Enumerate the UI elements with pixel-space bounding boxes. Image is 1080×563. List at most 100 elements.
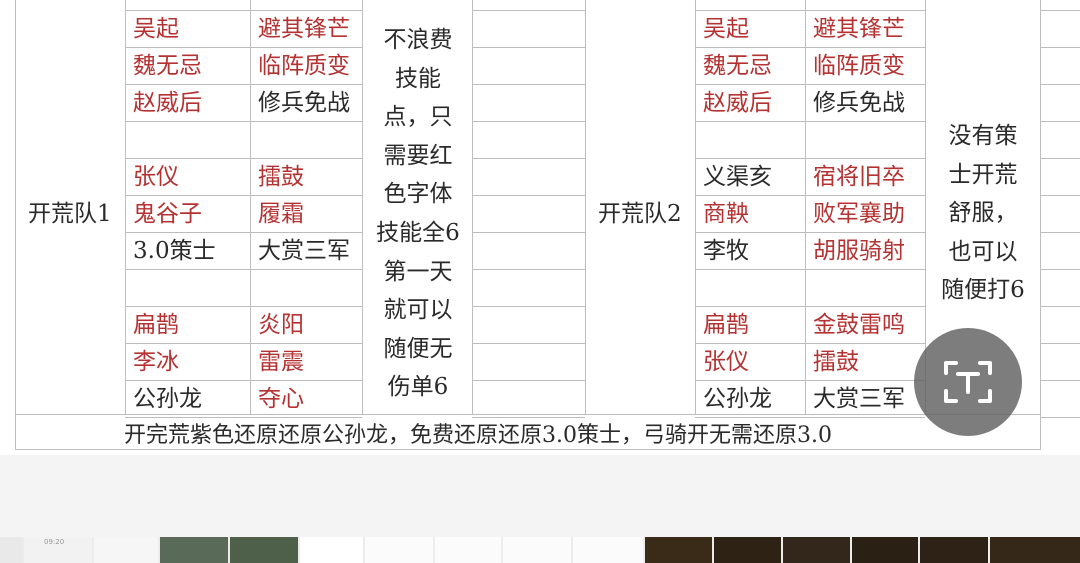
grid-line <box>695 121 925 122</box>
grid-line <box>125 121 362 122</box>
text-scan-icon <box>944 361 992 403</box>
thumbnail[interactable] <box>645 537 712 563</box>
hero-name-cell: 李冰 <box>133 349 179 375</box>
note-line: 也可以 <box>948 238 1018 265</box>
team2-note: 没有策士开荒舒服， 也可以随便打6 <box>925 117 1041 310</box>
grid-line <box>1040 10 1080 11</box>
grid-line <box>585 0 586 414</box>
hero-name-cell: 吴起 <box>133 16 179 42</box>
grid-line <box>1040 121 1080 122</box>
grid-line <box>1040 343 1080 344</box>
hero-name-cell: 吴起 <box>703 16 749 42</box>
skill-name-cell: 擂鼓 <box>813 349 859 375</box>
note-line: 点，只 <box>383 104 453 131</box>
note-line: 随便打6 <box>941 277 1025 304</box>
hero-name-cell: 扁鹊 <box>133 312 179 338</box>
thumbnail[interactable] <box>573 537 643 563</box>
grid-line <box>472 158 585 159</box>
note-line: 不浪费 <box>383 27 453 53</box>
team1-name: 开荒队1 <box>28 201 112 227</box>
grid-line <box>1040 232 1080 233</box>
skill-name-cell: 大赏三军 <box>258 238 350 264</box>
note-line: 色字体 <box>383 181 453 208</box>
grid-line <box>1040 195 1080 196</box>
thumbnail-strip: 09:20 <box>0 537 1080 563</box>
note-line: 第一天 <box>383 258 453 285</box>
note-line: 就可以 <box>383 297 453 324</box>
grid-line <box>125 269 362 270</box>
hero-name-cell: 商鞅 <box>703 201 749 227</box>
thumbnail[interactable] <box>714 537 781 563</box>
team1-note: 不浪费 技能 点，只 需要红 色字体 技能全6 第一天 就可以 随便无 伤单6 <box>366 21 470 407</box>
grid-line <box>250 0 251 414</box>
skill-name-cell: 炎阳 <box>258 312 304 338</box>
grid-line <box>472 343 585 344</box>
grid-line <box>472 121 585 122</box>
note-line: 没有策 <box>948 123 1018 149</box>
note-line: 随便无 <box>383 335 453 362</box>
hero-name-cell: 魏无忌 <box>703 53 772 79</box>
thumbnail[interactable] <box>503 537 571 563</box>
note-line: 士开荒 <box>948 161 1018 188</box>
skill-name-cell: 胡服骑射 <box>813 238 905 264</box>
grid-line <box>805 0 806 414</box>
thumbnail[interactable] <box>94 537 158 563</box>
grid-line <box>1040 269 1080 270</box>
thumbnail-timestamp: 09:20 <box>44 538 65 546</box>
note-line: 技能全6 <box>376 219 460 246</box>
thumbnail[interactable] <box>365 537 433 563</box>
grid-line <box>125 0 126 414</box>
thumbnail[interactable] <box>300 537 363 563</box>
skill-name-cell: 临阵质变 <box>813 53 905 79</box>
hero-name-cell: 3.0策士 <box>133 238 216 264</box>
grid-line <box>472 269 585 270</box>
note-line: 技能 <box>395 65 441 92</box>
grid-line <box>1040 306 1080 307</box>
grid-line <box>472 84 585 85</box>
thumbnail[interactable] <box>783 537 850 563</box>
thumbnail[interactable] <box>230 537 298 563</box>
grid-line <box>1040 417 1080 418</box>
skill-name-cell: 雷震 <box>258 349 304 375</box>
hero-name-cell: 魏无忌 <box>133 53 202 79</box>
skill-name-cell: 修兵免战 <box>258 90 350 116</box>
grid-line <box>15 0 16 450</box>
hero-name-cell: 义渠亥 <box>703 164 772 190</box>
grid-line <box>472 380 585 381</box>
thumbnail[interactable] <box>920 537 988 563</box>
note-line: 舒服， <box>948 200 1018 227</box>
thumbnail[interactable] <box>435 537 501 563</box>
grid-line <box>472 47 585 48</box>
skill-name-cell: 临阵质变 <box>258 53 350 79</box>
thumbnail[interactable] <box>160 537 228 563</box>
skill-name-cell: 金鼓雷鸣 <box>813 312 905 338</box>
grid-line <box>695 269 925 270</box>
grid-line <box>472 0 473 414</box>
hero-name-cell: 张仪 <box>133 164 179 190</box>
hero-name-cell: 赵威后 <box>133 90 202 116</box>
skill-name-cell: 夺心 <box>258 386 304 412</box>
skill-name-cell: 大赏三军 <box>813 386 905 412</box>
skill-name-cell: 修兵免战 <box>813 90 905 116</box>
grid-line <box>1040 158 1080 159</box>
grid-line <box>472 195 585 196</box>
grid-line <box>472 10 585 11</box>
hero-name-cell: 公孙龙 <box>133 386 202 412</box>
grid-line <box>472 306 585 307</box>
text-scan-button[interactable] <box>914 328 1022 436</box>
thumbnail[interactable] <box>990 537 1080 563</box>
hero-name-cell: 鬼谷子 <box>133 201 202 227</box>
note-line: 伤单6 <box>387 374 449 401</box>
skill-name-cell: 履霜 <box>258 201 304 227</box>
hero-name-cell: 扁鹊 <box>703 312 749 338</box>
team2-name: 开荒队2 <box>598 201 682 227</box>
skill-name-cell: 擂鼓 <box>258 164 304 190</box>
grid-line <box>1040 84 1080 85</box>
thumbnail[interactable] <box>852 537 918 563</box>
thumbnail[interactable] <box>0 537 22 563</box>
grid-line <box>1040 380 1080 381</box>
hero-name-cell: 公孙龙 <box>703 386 772 412</box>
skill-name-cell: 败军襄助 <box>813 201 905 227</box>
grid-line <box>472 232 585 233</box>
hero-name-cell: 李牧 <box>703 238 749 264</box>
